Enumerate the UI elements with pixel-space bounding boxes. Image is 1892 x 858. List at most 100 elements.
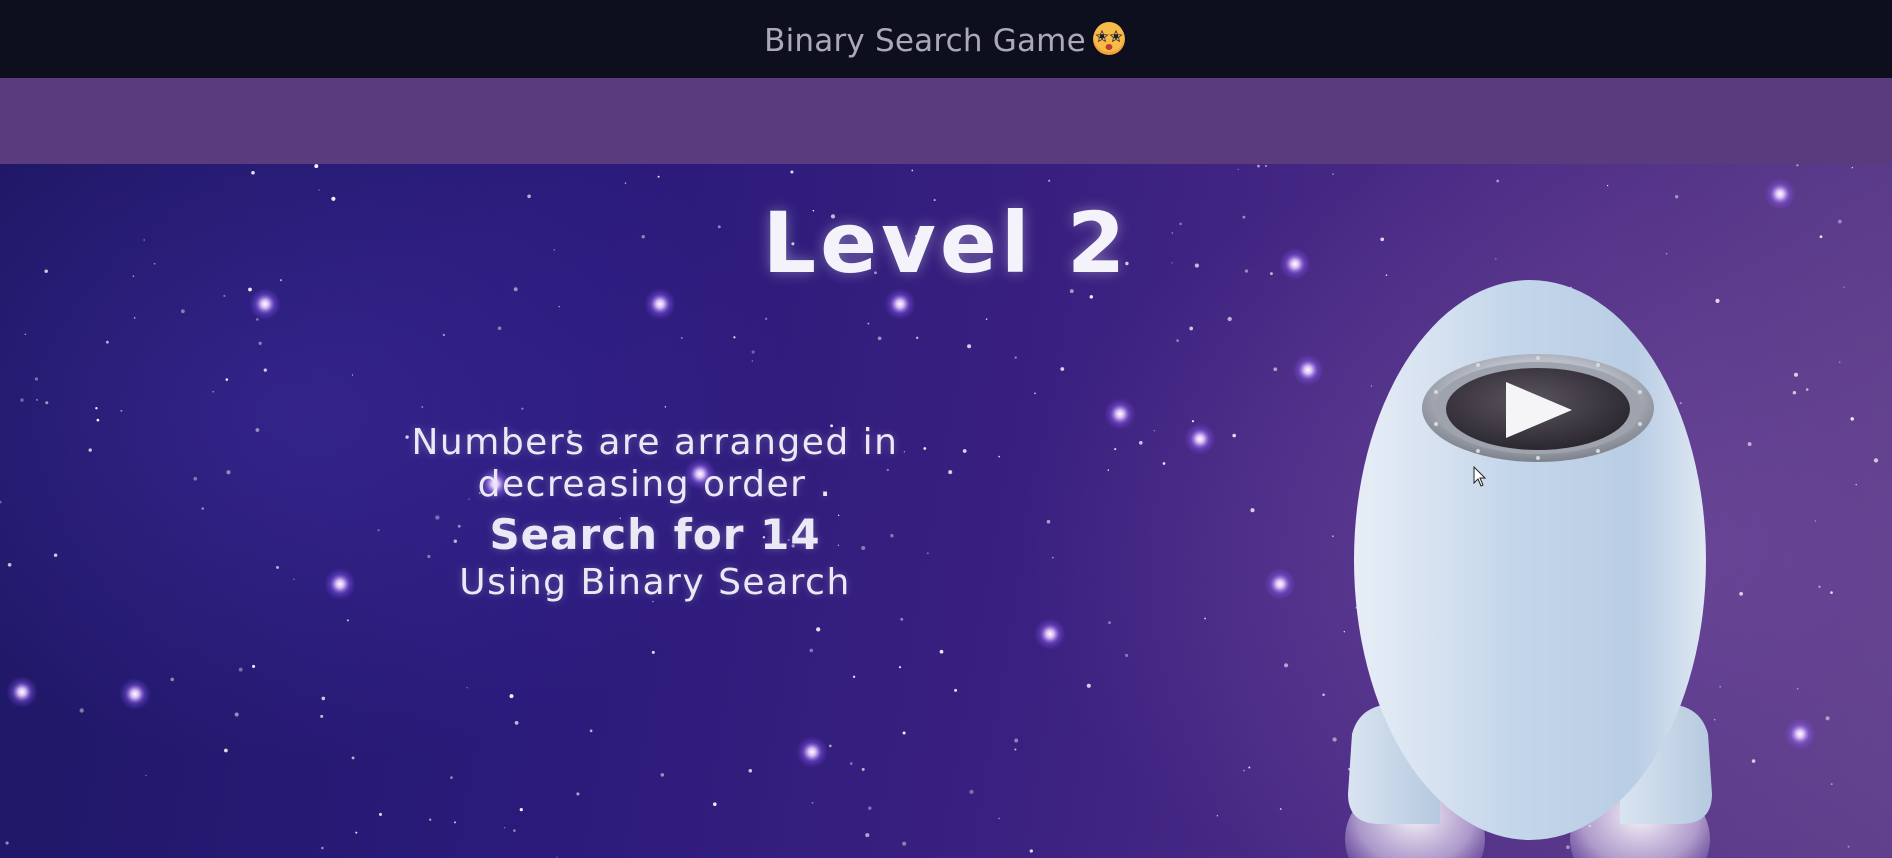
star [1257, 164, 1260, 168]
star [556, 856, 558, 858]
star [751, 360, 753, 362]
star [351, 756, 355, 760]
glowing-star [1264, 568, 1296, 600]
star [1162, 462, 1166, 465]
star [251, 171, 255, 175]
star [1273, 367, 1278, 372]
window-title-text: Binary Search Game [764, 22, 1086, 59]
star [1176, 339, 1179, 342]
mouse-cursor-icon [1473, 466, 1487, 487]
star [238, 667, 243, 672]
star [320, 714, 324, 718]
star [939, 649, 944, 654]
star [95, 407, 98, 410]
glowing-star [6, 676, 38, 708]
star [1107, 469, 1110, 471]
glowing-star [1784, 718, 1816, 750]
star [225, 378, 229, 381]
star [902, 841, 907, 846]
star [1227, 316, 1232, 322]
star [521, 407, 524, 410]
star [212, 390, 214, 393]
star [1086, 683, 1091, 688]
star [1825, 716, 1830, 721]
star [902, 731, 906, 735]
star [1814, 520, 1817, 522]
star [1014, 738, 1019, 743]
star [985, 318, 988, 320]
star [45, 401, 49, 405]
star [764, 317, 768, 321]
star [454, 821, 456, 824]
instruction-line-2: decreasing order . [477, 464, 833, 505]
star [624, 182, 627, 184]
star [1243, 769, 1245, 772]
star [900, 617, 904, 621]
star [1279, 808, 1282, 810]
star [53, 553, 58, 557]
window-title: Binary Search Game [764, 20, 1128, 59]
star [969, 789, 974, 795]
star [1747, 442, 1752, 447]
star [7, 562, 12, 567]
star [1191, 420, 1194, 423]
star [868, 806, 872, 810]
glowing-star [796, 736, 828, 768]
star [867, 322, 870, 325]
star [24, 333, 27, 336]
star [223, 294, 226, 297]
star [660, 773, 665, 777]
star [314, 164, 319, 169]
star [558, 305, 560, 308]
star [36, 399, 38, 401]
star [1034, 392, 1036, 395]
glowing-star [1034, 618, 1066, 650]
star [664, 406, 667, 408]
star [513, 829, 516, 832]
star [657, 175, 660, 178]
star [120, 409, 123, 412]
star [828, 744, 832, 748]
star [852, 675, 856, 678]
star [733, 336, 736, 339]
star [442, 333, 446, 337]
play-button[interactable] [1420, 352, 1656, 464]
star [1332, 173, 1334, 175]
glowing-star [884, 288, 916, 320]
star [1114, 448, 1117, 451]
star [252, 664, 256, 668]
star [861, 767, 865, 771]
space-scene: Level 2 Numbers are arranged in decreasi… [0, 164, 1892, 858]
star [1265, 165, 1267, 167]
star [20, 398, 24, 402]
glowing-star [1184, 423, 1216, 455]
star [1796, 164, 1799, 167]
star-struck-face-icon [1090, 20, 1128, 58]
star [898, 666, 902, 669]
star [88, 448, 92, 452]
star [816, 627, 821, 632]
star [1496, 179, 1500, 183]
star [421, 406, 424, 408]
star [133, 317, 136, 319]
star [1847, 845, 1850, 848]
star [351, 374, 354, 376]
star [321, 846, 324, 850]
star [1248, 766, 1251, 769]
star [1792, 390, 1797, 395]
star [1830, 783, 1833, 786]
star [514, 721, 519, 725]
star [809, 648, 814, 653]
star [1089, 295, 1094, 299]
title-bar: Binary Search Game [0, 0, 1892, 78]
play-icon [1422, 354, 1654, 462]
star [497, 326, 502, 331]
star [145, 774, 147, 777]
rocket [1320, 264, 1740, 858]
star [429, 818, 432, 821]
star [355, 831, 358, 834]
star [915, 336, 919, 340]
star [1796, 688, 1799, 690]
star [519, 807, 523, 812]
star [378, 812, 383, 816]
